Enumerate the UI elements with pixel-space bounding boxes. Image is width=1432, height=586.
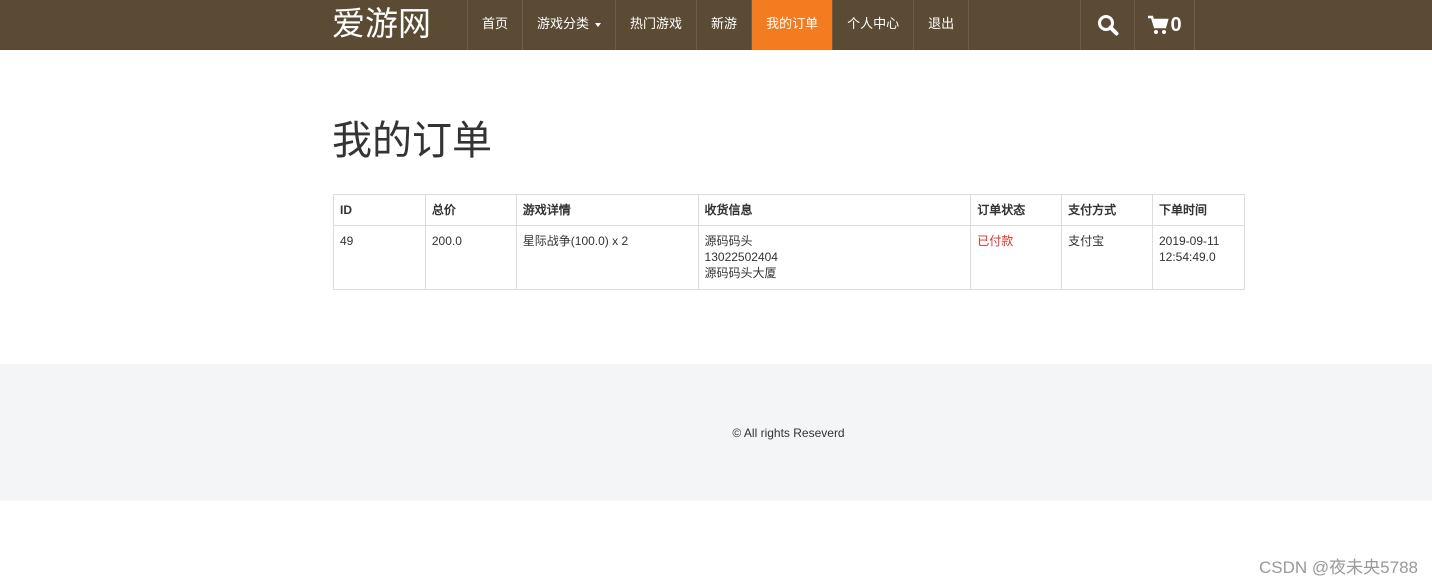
order-status: 已付款 — [970, 225, 1063, 290]
nav-user-center[interactable]: 个人中心 — [833, 0, 915, 50]
nav-game-categories-label: 游戏分类 — [537, 16, 590, 31]
nav-game-categories[interactable]: 游戏分类 — [523, 0, 617, 50]
page-title: 我的订单 — [332, 119, 492, 163]
table-header-row: ID 总价 游戏详情 收货信息 订单状态 支付方式 下单时间 — [333, 194, 1246, 226]
table-row: 49 200.0 星际战争(100.0) x 2 源码码头 1302250240… — [333, 225, 1246, 290]
ship-name: 源码码头 — [704, 234, 753, 248]
cart-button[interactable]: 0 — [1135, 0, 1195, 50]
orders-table: ID 总价 游戏详情 收货信息 订单状态 支付方式 下单时间 49 200.0 … — [333, 194, 1246, 290]
order-id: 49 — [333, 225, 426, 290]
col-games: 游戏详情 — [515, 194, 699, 226]
order-payment: 支付宝 — [1061, 225, 1153, 290]
col-payment: 支付方式 — [1061, 194, 1153, 226]
order-time: 12:54:49.0 — [1158, 250, 1216, 264]
ship-phone: 13022502404 — [704, 250, 778, 264]
copyright: © All rights Reseverd — [732, 426, 845, 440]
main-menu: 首页 游戏分类 热门游戏 新游 我的订单 个人中心 退出 — [467, 0, 970, 50]
order-date: 2019-09-11 — [1158, 234, 1220, 248]
nav-home[interactable]: 首页 — [468, 0, 524, 50]
order-total: 200.0 — [424, 225, 517, 290]
order-shipping: 源码码头 13022502404 源码码头大厦 — [697, 225, 972, 290]
ship-address: 源码码头大厦 — [704, 266, 777, 280]
nav-my-orders[interactable]: 我的订单 — [752, 0, 834, 50]
watermark: CSDN @夜未央5788 — [1259, 558, 1418, 577]
search-button[interactable] — [1081, 0, 1135, 50]
nav-hot-games[interactable]: 热门游戏 — [616, 0, 698, 50]
nav-logout[interactable]: 退出 — [914, 0, 970, 50]
site-logo[interactable]: 爱游网 — [332, 4, 431, 44]
col-total: 总价 — [424, 194, 517, 226]
col-id: ID — [333, 194, 426, 226]
search-icon — [1097, 15, 1118, 36]
footer: © All rights Reseverd — [0, 364, 1432, 501]
cart-icon — [1148, 15, 1170, 34]
top-navbar: 爱游网 首页 游戏分类 热门游戏 新游 我的订单 个人中心 退出 0 — [0, 0, 1432, 50]
nav-new-games[interactable]: 新游 — [697, 0, 753, 50]
order-datetime: 2019-09-11 12:54:49.0 — [1151, 225, 1246, 290]
col-date: 下单时间 — [1151, 194, 1246, 226]
cart-count: 0 — [1170, 13, 1182, 36]
col-status: 订单状态 — [970, 194, 1063, 226]
order-games: 星际战争(100.0) x 2 — [515, 225, 699, 290]
caret-down-icon — [595, 22, 602, 27]
col-shipping: 收货信息 — [697, 194, 972, 226]
